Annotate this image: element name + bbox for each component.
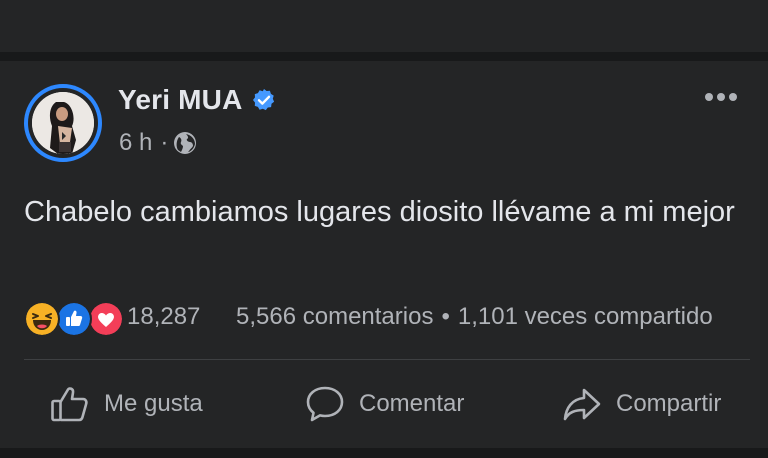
shares-count[interactable]: 1,101 veces compartido — [458, 303, 713, 331]
avatar[interactable] — [24, 84, 102, 162]
share-label: Compartir — [616, 390, 722, 417]
comment-icon — [306, 386, 344, 422]
like-button[interactable]: Me gusta — [50, 379, 203, 429]
more-options-icon[interactable] — [704, 89, 738, 105]
reaction-count[interactable]: 18,287 — [127, 303, 200, 331]
stats-separator: • — [441, 303, 450, 330]
author-name[interactable]: Yeri MUA — [118, 84, 243, 116]
love-icon — [88, 301, 124, 337]
post-card: Yeri MUA 6 h · Chabelo cambiamos lugares… — [0, 61, 768, 448]
thumbs-up-icon — [51, 387, 88, 422]
reaction-icons[interactable] — [24, 301, 124, 337]
like-icon — [56, 301, 92, 337]
feed-divider-bottom — [0, 448, 768, 458]
share-button[interactable]: Compartir — [562, 379, 721, 429]
profile-photo — [32, 92, 94, 154]
actions-divider — [24, 359, 750, 360]
feed-divider — [0, 52, 768, 61]
share-icon — [563, 388, 601, 421]
comments-count[interactable]: 5,566 comentarios — [236, 303, 433, 331]
haha-icon — [24, 301, 60, 337]
post-time[interactable]: 6 h — [119, 129, 152, 157]
avatar-border — [28, 88, 98, 158]
globe-icon — [174, 132, 197, 154]
post-text: Chabelo cambiamos lugares diosito llévam… — [24, 196, 735, 228]
verified-badge-icon — [252, 89, 274, 111]
engagement-stats: 5,566 comentarios • 1,101 veces comparti… — [236, 303, 713, 331]
like-label: Me gusta — [104, 390, 203, 417]
previous-post-area — [0, 0, 768, 52]
comment-button[interactable]: Comentar — [305, 379, 464, 429]
meta-separator: · — [160, 129, 169, 156]
comment-label: Comentar — [359, 390, 465, 417]
